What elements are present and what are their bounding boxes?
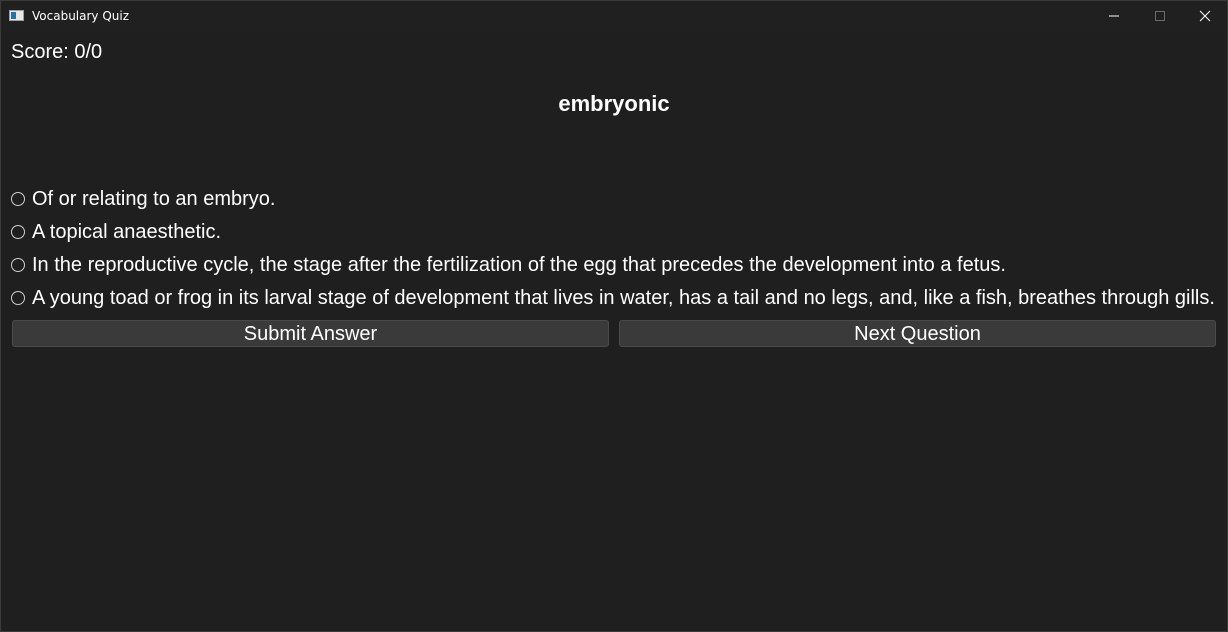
app-window: Vocabulary Quiz Score: 0/0 embryonic Of … — [0, 0, 1228, 632]
answer-options: Of or relating to an embryo. A topical a… — [11, 187, 1215, 319]
answer-option-3[interactable]: In the reproductive cycle, the stage aft… — [11, 253, 1215, 286]
close-button[interactable] — [1182, 1, 1228, 31]
radio-button[interactable] — [11, 258, 25, 272]
window-title: Vocabulary Quiz — [32, 9, 130, 23]
radio-button[interactable] — [11, 192, 25, 206]
option-label: Of or relating to an embryo. — [32, 188, 276, 210]
radio-button[interactable] — [11, 291, 25, 305]
maximize-icon — [1155, 11, 1165, 21]
option-label: A topical anaesthetic. — [32, 221, 222, 243]
option-label: A young toad or frog in its larval stage… — [32, 287, 1215, 309]
maximize-button[interactable] — [1137, 1, 1183, 31]
option-label: In the reproductive cycle, the stage aft… — [32, 254, 1006, 276]
radio-button[interactable] — [11, 225, 25, 239]
minimize-button[interactable] — [1091, 1, 1137, 31]
close-icon — [1199, 10, 1211, 22]
minimize-icon — [1109, 15, 1119, 17]
answer-option-4[interactable]: A young toad or frog in its larval stage… — [11, 286, 1215, 319]
submit-answer-button[interactable]: Submit Answer — [12, 320, 609, 347]
title-bar[interactable]: Vocabulary Quiz — [1, 1, 1227, 31]
answer-option-2[interactable]: A topical anaesthetic. — [11, 220, 1215, 253]
next-question-button[interactable]: Next Question — [619, 320, 1216, 347]
app-icon — [9, 10, 24, 21]
score-label: Score: 0/0 — [11, 41, 103, 63]
quiz-word: embryonic — [558, 91, 670, 116]
answer-option-1[interactable]: Of or relating to an embryo. — [11, 187, 1215, 220]
